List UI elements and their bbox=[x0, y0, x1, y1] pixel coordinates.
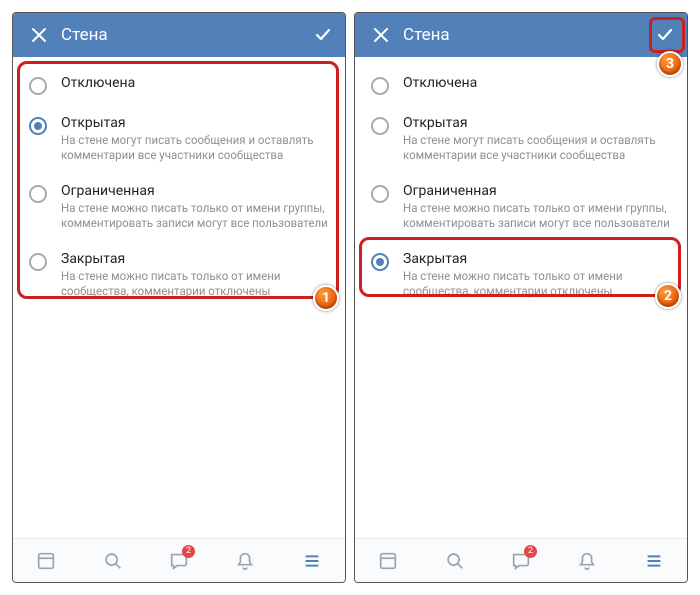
option-limited[interactable]: Ограниченная На стене можно писать тольк… bbox=[17, 173, 341, 241]
panel-right: Стена 3 Отключена Открытая На стене могу… bbox=[354, 12, 688, 583]
option-title: Отключена bbox=[403, 75, 671, 91]
option-title: Отключена bbox=[61, 75, 329, 91]
radio-icon bbox=[29, 253, 47, 271]
option-disabled[interactable]: Отключена bbox=[17, 65, 341, 105]
bottom-nav: 2 bbox=[13, 538, 345, 582]
option-desc: На стене могут писать сообщения и оставл… bbox=[403, 133, 671, 163]
confirm-button[interactable] bbox=[307, 19, 339, 51]
radio-icon bbox=[29, 77, 47, 95]
nav-notifications[interactable] bbox=[567, 541, 607, 581]
option-desc: На стене можно писать только от имени со… bbox=[403, 269, 671, 299]
option-desc: На стене можно писать только от имени гр… bbox=[61, 201, 329, 231]
nav-search[interactable] bbox=[435, 541, 475, 581]
nav-messages[interactable]: 2 bbox=[159, 541, 199, 581]
radio-icon bbox=[371, 253, 389, 271]
nav-search[interactable] bbox=[93, 541, 133, 581]
nav-news[interactable] bbox=[368, 541, 408, 581]
option-title: Ограниченная bbox=[403, 183, 671, 199]
nav-news[interactable] bbox=[26, 541, 66, 581]
header: Стена bbox=[13, 13, 345, 57]
panel-left: Стена Отключена Открытая На стене могут … bbox=[12, 12, 346, 583]
header: Стена bbox=[355, 13, 687, 57]
option-title: Закрытая bbox=[61, 251, 329, 267]
option-closed[interactable]: Закрытая На стене можно писать только от… bbox=[17, 241, 341, 309]
option-desc: На стене можно писать только от имени со… bbox=[61, 269, 329, 299]
radio-icon bbox=[371, 185, 389, 203]
option-title: Открытая bbox=[403, 115, 671, 131]
option-closed[interactable]: Закрытая На стене можно писать только от… bbox=[359, 241, 683, 309]
messages-badge: 2 bbox=[524, 545, 537, 558]
option-title: Открытая bbox=[61, 115, 329, 131]
option-disabled[interactable]: Отключена bbox=[359, 65, 683, 105]
wall-options: Отключена Открытая На стене могут писать… bbox=[355, 57, 687, 538]
header-title: Стена bbox=[61, 25, 108, 45]
option-title: Ограниченная bbox=[61, 183, 329, 199]
messages-badge: 2 bbox=[182, 545, 195, 558]
radio-icon bbox=[29, 185, 47, 203]
nav-messages[interactable]: 2 bbox=[501, 541, 541, 581]
bottom-nav: 2 bbox=[355, 538, 687, 582]
option-desc: На стене можно писать только от имени гр… bbox=[403, 201, 671, 231]
tutorial-panels: Стена Отключена Открытая На стене могут … bbox=[0, 0, 700, 595]
confirm-button[interactable] bbox=[649, 19, 681, 51]
close-button[interactable] bbox=[363, 17, 399, 53]
radio-icon bbox=[29, 117, 47, 135]
close-button[interactable] bbox=[21, 17, 57, 53]
option-desc: На стене могут писать сообщения и оставл… bbox=[61, 133, 329, 163]
option-open[interactable]: Открытая На стене могут писать сообщения… bbox=[359, 105, 683, 173]
option-limited[interactable]: Ограниченная На стене можно писать тольк… bbox=[359, 173, 683, 241]
radio-icon bbox=[371, 77, 389, 95]
option-title: Закрытая bbox=[403, 251, 671, 267]
nav-notifications[interactable] bbox=[225, 541, 265, 581]
radio-icon bbox=[371, 117, 389, 135]
wall-options: Отключена Открытая На стене могут писать… bbox=[13, 57, 345, 538]
header-title: Стена bbox=[403, 25, 450, 45]
nav-menu[interactable] bbox=[292, 541, 332, 581]
option-open[interactable]: Открытая На стене могут писать сообщения… bbox=[17, 105, 341, 173]
nav-menu[interactable] bbox=[634, 541, 674, 581]
